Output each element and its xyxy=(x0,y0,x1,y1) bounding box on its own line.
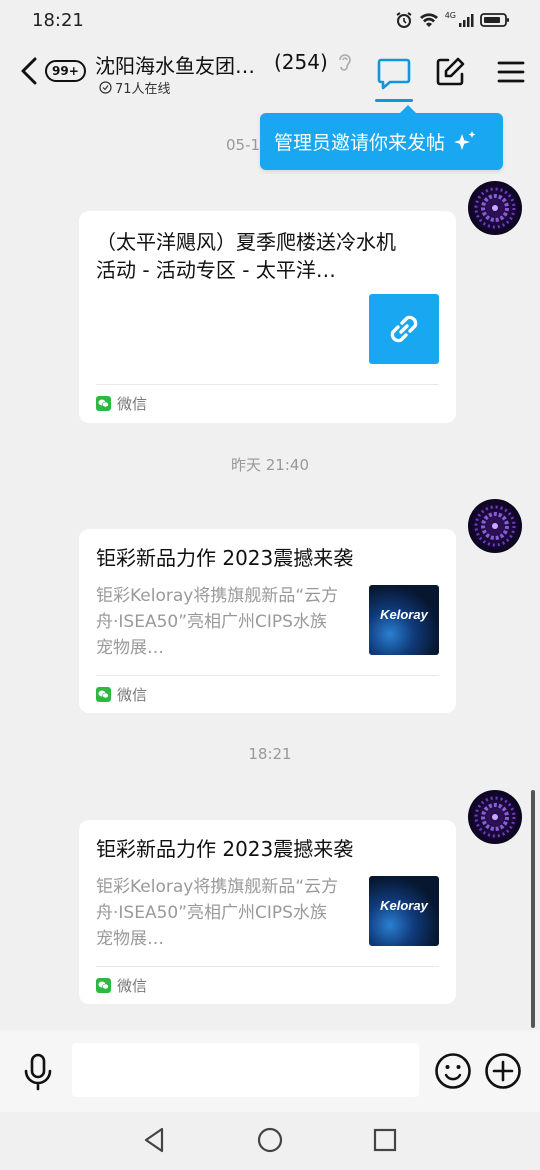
card-source-label: 微信 xyxy=(117,686,148,704)
card-source-label: 微信 xyxy=(117,395,148,413)
avatar[interactable] xyxy=(468,499,522,553)
avatar[interactable] xyxy=(468,181,522,235)
wechat-icon xyxy=(96,687,111,702)
invite-post-tooltip[interactable]: 管理员邀请你来发帖 xyxy=(260,105,503,170)
card-divider xyxy=(96,675,439,676)
network-type: 4G xyxy=(444,11,456,20)
card-desc-line: 舟·ISEA50”亮相广州CIPS水族 xyxy=(96,903,327,923)
card-title: （太平洋飓风）夏季爬楼送冷水机 活动 - 活动专区 - 太平洋… xyxy=(96,228,396,284)
system-nav-bar xyxy=(0,1112,540,1170)
alarm-icon xyxy=(396,12,412,28)
online-count: 71人在线 xyxy=(115,82,171,97)
battery-icon xyxy=(480,13,509,27)
card-title-line: （太平洋飓风）夏季爬楼送冷水机 xyxy=(96,230,396,254)
card-desc-line: 钜彩Keloray将携旗舰新品“云方 xyxy=(96,586,339,606)
coral-avatar-icon xyxy=(474,796,516,838)
back-icon[interactable] xyxy=(18,56,42,86)
nav-back-icon[interactable] xyxy=(142,1126,168,1154)
wechat-icon xyxy=(96,978,111,993)
card-description: 钜彩Keloray将携旗舰新品“云方 舟·ISEA50”亮相广州CIPS水族 宠… xyxy=(96,874,358,952)
chat-header: 99+ 沈阳海水鱼友团… (254) 71人在线 xyxy=(0,40,540,104)
link-card[interactable]: 钜彩新品力作 2023震撼来袭 钜彩Keloray将携旗舰新品“云方 舟·ISE… xyxy=(79,529,456,713)
wifi-icon xyxy=(419,13,438,27)
emoji-icon[interactable] xyxy=(434,1052,472,1090)
link-card[interactable]: （太平洋飓风）夏季爬楼送冷水机 活动 - 活动专区 - 太平洋… 微信 xyxy=(79,211,456,423)
member-count[interactable]: (254) xyxy=(274,50,328,74)
card-description: 钜彩Keloray将携旗舰新品“云方 舟·ISEA50”亮相广州CIPS水族 宠… xyxy=(96,583,358,661)
edit-post-icon[interactable] xyxy=(434,56,466,88)
status-time: 18:21 xyxy=(32,9,84,31)
card-desc-line: 舟·ISEA50”亮相广州CIPS水族 xyxy=(96,612,327,632)
keloray-logo: Keloray xyxy=(380,898,428,913)
unread-badge[interactable]: 99+ xyxy=(45,60,86,82)
card-desc-line: 宠物展… xyxy=(96,929,164,949)
card-divider xyxy=(96,966,439,967)
card-title: 钜彩新品力作 2023震撼来袭 xyxy=(96,546,354,570)
plus-icon[interactable] xyxy=(484,1052,522,1090)
card-desc-line: 宠物展… xyxy=(96,638,164,658)
card-source-label: 微信 xyxy=(117,977,148,995)
wechat-icon xyxy=(96,396,111,411)
tooltip-text: 管理员邀请你来发帖 xyxy=(274,132,446,154)
microphone-icon[interactable] xyxy=(22,1052,54,1092)
card-source: 微信 xyxy=(96,975,147,996)
online-check-icon xyxy=(99,81,112,94)
timestamp: 昨天 21:40 xyxy=(231,456,309,474)
coral-avatar-icon xyxy=(474,505,516,547)
status-icons: 4G xyxy=(395,11,510,29)
group-title[interactable]: 沈阳海水鱼友团… xyxy=(95,50,255,79)
link-card[interactable]: 钜彩新品力作 2023震撼来袭 钜彩Keloray将携旗舰新品“云方 舟·ISE… xyxy=(79,820,456,1004)
menu-icon[interactable] xyxy=(496,58,526,86)
keloray-logo: Keloray xyxy=(380,607,428,622)
tab-chat[interactable] xyxy=(374,56,414,104)
card-thumbnail: Keloray xyxy=(369,585,439,655)
sparkle-icon xyxy=(454,130,476,150)
avatar[interactable] xyxy=(468,790,522,844)
ear-icon xyxy=(339,54,351,71)
card-title: 钜彩新品力作 2023震撼来袭 xyxy=(96,837,354,861)
card-desc-line: 钜彩Keloray将携旗舰新品“云方 xyxy=(96,877,339,897)
nav-recent-apps-icon[interactable] xyxy=(372,1127,398,1153)
coral-avatar-icon xyxy=(474,187,516,229)
card-title-line: 活动 - 活动专区 - 太平洋… xyxy=(96,258,336,282)
message-input[interactable] xyxy=(72,1043,419,1097)
chat-bubble-icon xyxy=(377,58,411,90)
card-thumbnail: Keloray xyxy=(369,876,439,946)
online-status: 71人在线 xyxy=(99,78,171,97)
nav-home-icon[interactable] xyxy=(256,1126,284,1154)
card-divider xyxy=(96,384,439,385)
tab-indicator xyxy=(375,99,413,102)
card-source: 微信 xyxy=(96,684,147,705)
scrollbar[interactable] xyxy=(531,790,535,1028)
link-icon xyxy=(390,315,418,343)
signal-icon xyxy=(459,14,474,27)
card-source: 微信 xyxy=(96,393,147,414)
timestamp: 18:21 xyxy=(248,745,292,763)
timestamp-partial: 05-1 xyxy=(226,136,261,154)
card-thumbnail xyxy=(369,294,439,364)
input-bar xyxy=(0,1030,540,1112)
status-bar: 18:21 4G xyxy=(0,0,540,40)
